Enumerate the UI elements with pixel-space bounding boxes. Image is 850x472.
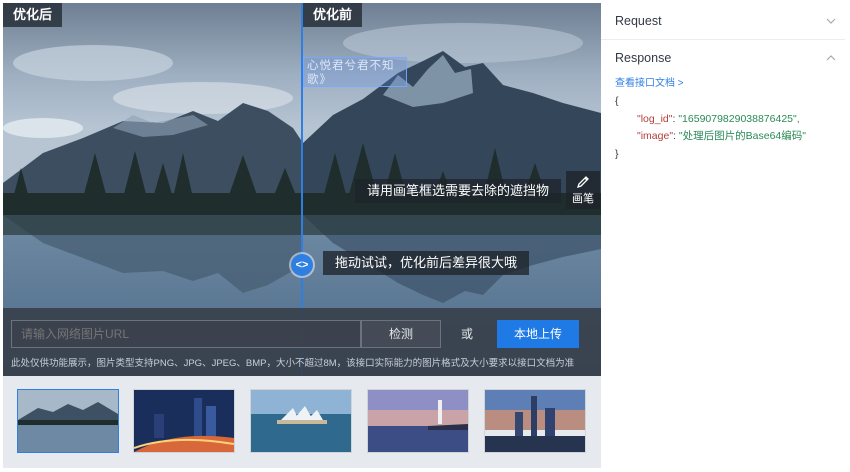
thumbnail-image [18, 390, 118, 452]
app-frame: 优化后 优化前 心悦君兮君不知 歌》 <> 请用画笔框选需要去除的遮挡物 拖动试… [0, 0, 850, 472]
brush-tool-button[interactable]: 画笔 [566, 171, 600, 209]
response-section-header[interactable]: Response [601, 40, 845, 76]
drag-tip: 拖动试试，优化前后差异很大哦 [323, 251, 530, 275]
thumbnail-city-skyline[interactable] [484, 389, 586, 453]
watermark-overlay: 心悦君兮君不知 歌》 [303, 57, 407, 87]
json-value-log-id: "1659079829038876425", [678, 112, 800, 125]
pencil-icon [576, 176, 589, 189]
response-title: Response [615, 51, 672, 65]
upload-hint: 此处仅供功能展示，图片类型支持PNG、JPG、JPEG、BMP，大小不超过8M，… [11, 358, 575, 369]
thumbnail-image [485, 390, 585, 452]
thumbnail-lighthouse[interactable] [367, 389, 469, 453]
json-key-image: "image" [637, 130, 674, 142]
thumbnail-image [368, 390, 468, 452]
local-upload-button[interactable]: 本地上传 [497, 320, 579, 348]
json-line-image: "image": "处理后图片的Base64编码" [615, 128, 806, 146]
json-value-image: "处理后图片的Base64编码" [678, 130, 806, 142]
before-label: 优化前 [303, 3, 363, 27]
thumbnail-city-night[interactable] [133, 389, 235, 453]
sample-thumbnail-strip [3, 376, 601, 468]
thumbnail-lake-mountains[interactable] [17, 389, 119, 453]
request-section-header[interactable]: Request [601, 3, 845, 40]
image-compare-demo: 优化后 优化前 心悦君兮君不知 歌》 <> 请用画笔框选需要去除的遮挡物 拖动试… [3, 3, 601, 376]
url-upload-bar: 检测 或 本地上传 此处仅供功能展示，图片类型支持PNG、JPG、JPEG、BM… [3, 308, 601, 376]
json-key-log-id: "log_id" [637, 112, 673, 125]
brush-tip: 请用画笔框选需要去除的遮挡物 [355, 179, 562, 203]
compare-drag-handle[interactable]: <> [291, 254, 313, 276]
thumbnail-image [134, 390, 234, 452]
thumbnail-image [251, 390, 351, 452]
detect-button[interactable]: 检测 [361, 320, 441, 348]
chevron-up-icon [826, 55, 836, 61]
brush-tool-label: 画笔 [572, 193, 594, 205]
json-close-brace: } [615, 147, 619, 160]
after-label: 优化后 [3, 3, 63, 27]
thumbnail-opera-house[interactable] [250, 389, 352, 453]
api-panel: Request Response 查看接口文档 > { "log_id": "1… [601, 3, 845, 468]
json-line-log-id: "log_id": "1659079829038876425", [615, 111, 806, 129]
or-label: 或 [461, 327, 474, 341]
chevron-down-icon [826, 18, 836, 24]
response-json: { "log_id": "1659079829038876425", "imag… [615, 93, 806, 163]
json-open-brace: { [615, 95, 619, 107]
api-doc-link[interactable]: 查看接口文档 > [615, 74, 684, 89]
image-url-input[interactable] [11, 320, 361, 348]
request-title: Request [615, 14, 662, 28]
